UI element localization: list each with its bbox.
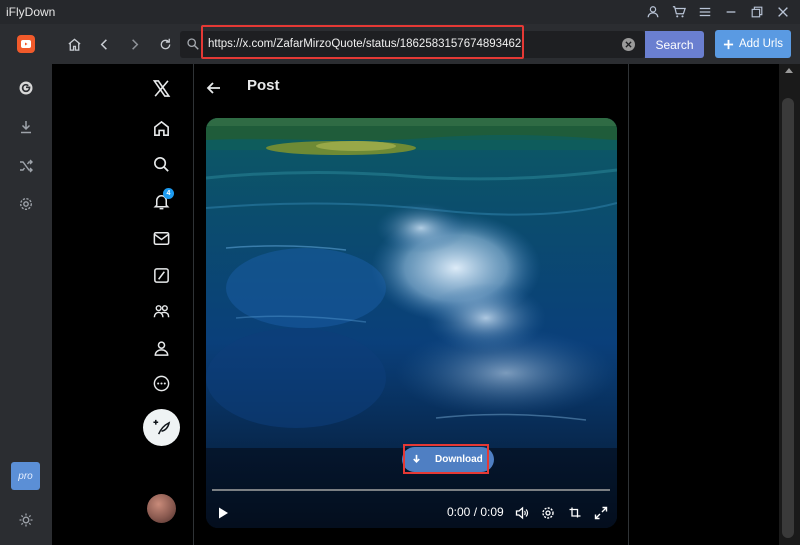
home-icon	[67, 37, 81, 51]
app-sidebar: pro	[0, 24, 52, 545]
download-icon	[21, 121, 31, 134]
app-logo-icon	[17, 35, 35, 53]
reload-icon	[160, 38, 170, 49]
google-icon	[19, 81, 33, 95]
compose-post-button[interactable]	[143, 409, 180, 446]
x-feed-divider	[628, 64, 629, 545]
x-nav-profile[interactable]	[145, 332, 177, 364]
search-icon	[153, 156, 169, 172]
download-highlight-box	[403, 444, 489, 474]
back-arrow-icon[interactable]	[204, 78, 224, 98]
search-icon	[187, 38, 199, 50]
pip-button[interactable]	[565, 503, 585, 523]
chevron-left-icon	[100, 38, 107, 50]
volume-button[interactable]	[512, 503, 532, 523]
video-progress-bar[interactable]	[212, 489, 610, 491]
profile-icon	[154, 340, 168, 356]
sidebar-item-theme[interactable]	[0, 505, 52, 535]
picture-in-picture-icon	[569, 507, 581, 518]
chevron-right-icon	[131, 38, 138, 50]
notification-count: 4	[163, 188, 174, 199]
menu-icon[interactable]	[692, 0, 718, 24]
video-controls: 0:00 / 0:09	[206, 498, 617, 528]
sidebar-item-settings[interactable]	[0, 189, 52, 219]
title-bar: iFlyDown	[0, 0, 800, 24]
search-button[interactable]: Search	[645, 31, 704, 58]
scroll-thumb[interactable]	[782, 98, 794, 538]
post-header: Post	[194, 70, 628, 106]
x-nav-divider	[193, 64, 194, 545]
communities-icon	[153, 304, 169, 317]
cart-icon[interactable]	[666, 0, 692, 24]
home-button[interactable]	[61, 32, 87, 56]
reload-button[interactable]	[152, 32, 178, 56]
browser-toolbar: https://x.com/ZafarMirzoQuote/status/186…	[52, 24, 800, 64]
volume-icon	[515, 506, 529, 520]
grok-icon	[153, 267, 169, 283]
x-nav-communities[interactable]	[145, 295, 177, 327]
x-logo-icon	[152, 79, 170, 97]
url-highlight-box	[201, 25, 524, 59]
x-nav-home[interactable]	[145, 112, 177, 144]
scroll-up-arrow-icon[interactable]	[785, 68, 793, 73]
gear-icon	[19, 197, 33, 211]
add-urls-label: Add Urls	[738, 38, 784, 50]
fullscreen-button[interactable]	[591, 503, 611, 523]
video-settings-button[interactable]	[538, 503, 558, 523]
sidebar-item-downloads[interactable]	[0, 112, 52, 142]
x-nav-notifications[interactable]: 4	[145, 185, 177, 217]
app-title: iFlyDown	[6, 5, 56, 19]
home-icon	[153, 120, 169, 136]
sidebar-item-browser[interactable]	[0, 73, 52, 103]
compose-icon	[153, 419, 171, 435]
add-urls-button[interactable]: Add Urls	[715, 30, 791, 58]
back-button[interactable]	[91, 32, 117, 56]
sidebar-item-convert[interactable]	[0, 151, 52, 181]
window-controls	[640, 0, 796, 24]
pro-badge[interactable]: pro	[11, 462, 40, 490]
plus-icon	[723, 39, 734, 49]
video-player[interactable]: Download 0:00 / 0:09	[206, 118, 617, 528]
fullscreen-icon	[594, 506, 608, 520]
mail-icon	[153, 231, 169, 245]
gear-icon	[542, 507, 554, 519]
play-button[interactable]	[213, 503, 233, 523]
more-icon	[153, 375, 169, 391]
x-logo-link[interactable]	[145, 72, 177, 104]
shuffle-icon	[20, 159, 33, 173]
close-icon[interactable]	[770, 0, 796, 24]
minimize-icon[interactable]	[718, 0, 744, 24]
scrollbar[interactable]	[779, 64, 800, 545]
sun-icon	[19, 513, 33, 527]
clear-url-button[interactable]	[622, 38, 635, 51]
x-nav-explore[interactable]	[145, 148, 177, 180]
play-icon	[219, 507, 228, 519]
forward-button[interactable]	[121, 32, 147, 56]
close-icon	[625, 41, 632, 48]
restore-icon[interactable]	[744, 0, 770, 24]
video-time: 0:00 / 0:09	[447, 505, 504, 519]
avatar[interactable]	[147, 494, 176, 523]
sidebar-item-logo[interactable]	[0, 29, 52, 59]
page-title: Post	[247, 77, 280, 94]
x-nav-grok[interactable]	[145, 259, 177, 291]
x-nav-messages[interactable]	[145, 222, 177, 254]
account-icon[interactable]	[640, 0, 666, 24]
x-nav-more[interactable]	[145, 367, 177, 399]
